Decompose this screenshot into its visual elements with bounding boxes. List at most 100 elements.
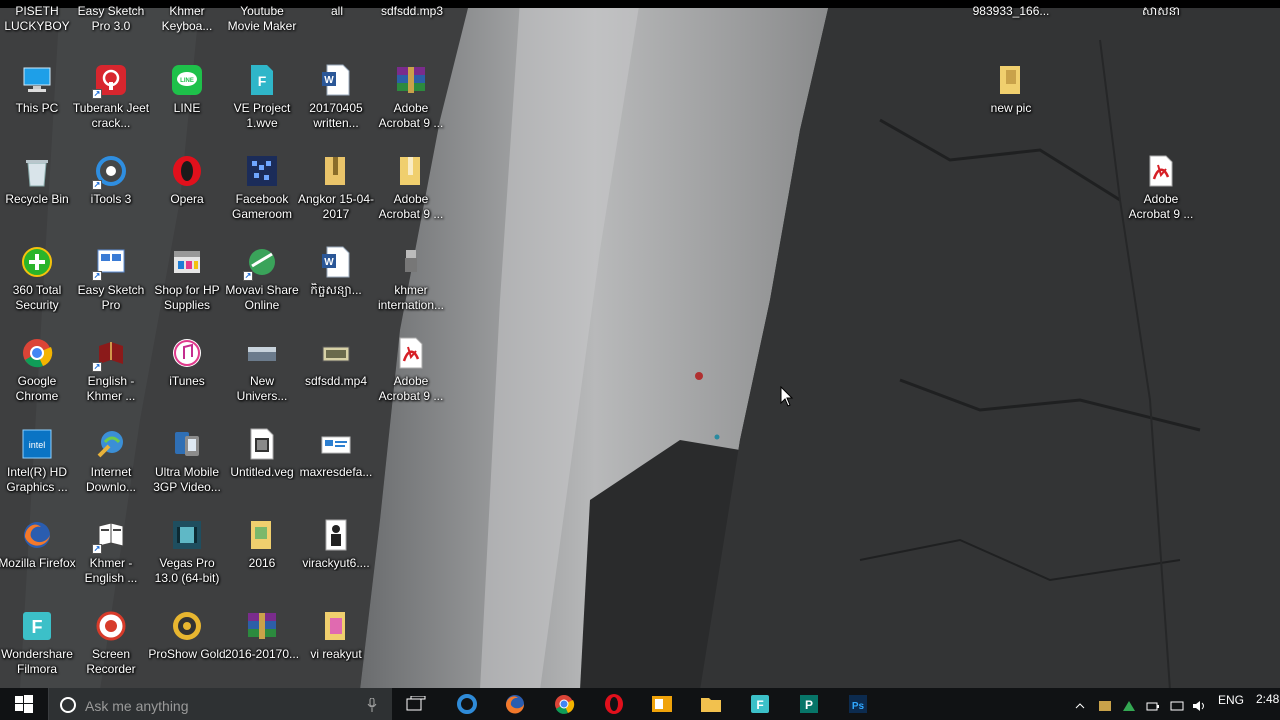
desktop-icon-label-partial[interactable]: Khmer Keyboa... bbox=[148, 4, 226, 34]
photoshop-icon: Ps bbox=[849, 695, 867, 713]
desktop-icon-acrobat-pdf[interactable]: Adobe Acrobat 9 ... bbox=[374, 330, 448, 414]
filmora-icon: F bbox=[751, 695, 769, 713]
taskbar-publisher[interactable]: P bbox=[792, 688, 826, 720]
itools-icon: ↗ bbox=[92, 154, 128, 190]
desktop-icon-vi-reakyut[interactable]: vi reakyut bbox=[299, 603, 373, 687]
taskbar-outlook[interactable] bbox=[645, 688, 679, 720]
desktop-icon-google-chrome[interactable]: Google Chrome bbox=[0, 330, 74, 414]
desktop-icon-label-partial[interactable]: សាសនា bbox=[1122, 4, 1200, 19]
desktop-icon-2016-2017-rar[interactable]: 2016-20170... bbox=[225, 603, 299, 687]
desktop-icon-english-khmer[interactable]: ↗ English - Khmer ... bbox=[74, 330, 148, 414]
taskbar-chrome[interactable] bbox=[547, 688, 581, 720]
folder-pink-icon bbox=[319, 609, 353, 643]
3gp-converter-icon bbox=[170, 427, 204, 461]
desktop-icon-sdfsdd-mp4[interactable]: sdfsdd.mp4 bbox=[299, 330, 373, 414]
svg-text:LINE: LINE bbox=[180, 78, 194, 84]
shortcut-arrow-icon: ↗ bbox=[243, 271, 253, 281]
desktop-icon-ultra-3gp[interactable]: Ultra Mobile 3GP Video... bbox=[150, 421, 224, 505]
desktop-icon-screen-recorder[interactable]: Screen Recorder bbox=[74, 603, 148, 687]
desktop-icon-new-univers[interactable]: New Univers... bbox=[225, 330, 299, 414]
desktop-icon-intel-graphics[interactable]: intel Intel(R) HD Graphics ... bbox=[0, 421, 74, 505]
dictionary-book-icon: ↗ bbox=[92, 518, 128, 554]
desktop-icon-2016[interactable]: 2016 bbox=[225, 512, 299, 596]
desktop-icon-mozilla-firefox[interactable]: Mozilla Firefox bbox=[0, 512, 76, 596]
folder-icon bbox=[394, 154, 428, 188]
firefox-icon bbox=[506, 695, 525, 714]
desktop-icon-wondershare-filmora[interactable]: F Wondershare Filmora bbox=[0, 603, 74, 687]
desktop-icon-angkor[interactable]: Angkor 15-04-2017 bbox=[298, 148, 374, 232]
desktop-icon-line[interactable]: LINE LINE bbox=[150, 57, 224, 141]
desktop-icon-proshow-gold[interactable]: ProShow Gold bbox=[148, 603, 226, 687]
movavi-icon: ↗ bbox=[243, 245, 279, 281]
desktop-icon-tuberank[interactable]: ↗ Tuberank Jeet crack... bbox=[73, 57, 149, 141]
desktop-icon-facebook-gameroom[interactable]: Facebook Gameroom bbox=[225, 148, 299, 232]
desktop-icon-opera[interactable]: Opera bbox=[150, 148, 224, 232]
desktop-icon-acrobat-rar[interactable]: Adobe Acrobat 9 ... bbox=[374, 57, 448, 141]
shortcut-arrow-icon: ↗ bbox=[92, 180, 102, 190]
desktop-icon-itools[interactable]: ↗ iTools 3 bbox=[74, 148, 148, 232]
desktop-icon-virackyut[interactable]: virackyut6.... bbox=[299, 512, 373, 596]
desktop-icon-khmer-internation[interactable]: khmer internation... bbox=[374, 239, 448, 323]
desktop-icon-360-security[interactable]: 360 Total Security bbox=[0, 239, 74, 323]
google-drive-icon[interactable] bbox=[1122, 700, 1136, 712]
chrome-icon bbox=[555, 695, 575, 714]
desktop-icon-internet-download[interactable]: Internet Downlo... bbox=[74, 421, 148, 505]
chevron-up-icon[interactable] bbox=[1074, 700, 1088, 712]
desktop-icon-maxresdefault[interactable]: maxresdefa... bbox=[299, 421, 373, 505]
language-indicator[interactable]: ENG bbox=[1218, 693, 1244, 707]
task-view-button[interactable] bbox=[402, 688, 430, 720]
desktop-icon-itunes[interactable]: iTunes bbox=[150, 330, 224, 414]
search-placeholder: Ask me anything bbox=[85, 698, 189, 714]
folder-icon bbox=[994, 63, 1028, 97]
microphone-icon[interactable] bbox=[367, 698, 377, 712]
intel-graphics-icon: intel bbox=[20, 427, 54, 461]
desktop-icon-acrobat-pdf-right[interactable]: Adobe Acrobat 9 ... bbox=[1124, 148, 1198, 232]
image-file-icon bbox=[245, 336, 279, 370]
taskbar-opera[interactable] bbox=[597, 688, 631, 720]
taskbar-edge[interactable] bbox=[450, 688, 484, 720]
desktop-icon-recycle-bin[interactable]: Recycle Bin bbox=[0, 148, 74, 232]
svg-text:intel: intel bbox=[29, 440, 46, 450]
tray-app-icon[interactable] bbox=[1098, 700, 1112, 712]
desktop-icon-label-partial[interactable]: all bbox=[298, 4, 376, 19]
desktop-icon-this-pc[interactable]: This PC bbox=[0, 57, 74, 141]
desktop-icon-label-partial[interactable]: Youtube Movie Maker bbox=[223, 4, 301, 34]
desktop-icon-vegas-pro[interactable]: Vegas Pro 13.0 (64-bit) bbox=[150, 512, 224, 596]
taskbar-clock[interactable]: 2:48 bbox=[1256, 692, 1279, 706]
desktop-icon-label-partial[interactable]: Easy Sketch Pro 3.0 bbox=[72, 4, 150, 34]
desktop-icon-khmer-english[interactable]: ↗ Khmer - English ... bbox=[74, 512, 148, 596]
desktop-icon-ve-project[interactable]: F VE Project 1.wve bbox=[225, 57, 299, 141]
desktop-icon-20170405[interactable]: W 20170405 written... bbox=[299, 57, 373, 141]
desktop-icon-movavi[interactable]: ↗ Movavi Share Online bbox=[225, 239, 299, 323]
desktop-icon-untitled-veg[interactable]: Untitled.veg bbox=[225, 421, 299, 505]
start-button[interactable] bbox=[0, 688, 48, 720]
folder-zip-icon bbox=[319, 154, 353, 188]
desktop-icon-label-partial[interactable]: sdfsdd.mp3 bbox=[373, 4, 451, 19]
network-icon[interactable] bbox=[1170, 700, 1184, 712]
desktop-icon-khmer-doc[interactable]: W កិច្ចសន្យា... bbox=[299, 239, 373, 323]
taskbar-filmora[interactable]: F bbox=[743, 688, 777, 720]
easy-sketch-icon: ↗ bbox=[92, 245, 128, 281]
outlook-icon bbox=[652, 696, 672, 712]
desktop-icon-label-partial[interactable]: PISETH LUCKYBOY bbox=[0, 4, 76, 34]
hp-shop-icon bbox=[170, 245, 204, 279]
desktop-icon-label-partial[interactable]: 983933_166... bbox=[972, 4, 1050, 19]
tuberank-icon: ↗ bbox=[92, 63, 128, 99]
line-app-icon: LINE bbox=[170, 63, 204, 97]
winrar-archive-icon bbox=[394, 63, 428, 97]
desktop-icon-new-pic[interactable]: new pic bbox=[974, 57, 1048, 141]
taskbar-photoshop[interactable]: Ps bbox=[841, 688, 875, 720]
taskbar-file-explorer[interactable] bbox=[694, 688, 728, 720]
winrar-archive-icon bbox=[245, 609, 279, 643]
battery-icon[interactable] bbox=[1146, 700, 1160, 712]
volume-icon[interactable] bbox=[1192, 700, 1206, 712]
desktop-icon-easy-sketch-pro[interactable]: ↗ Easy Sketch Pro bbox=[74, 239, 148, 323]
cortana-search-box[interactable]: Ask me anything bbox=[48, 688, 392, 720]
svg-text:F: F bbox=[756, 698, 763, 712]
desktop-icon-hp-supplies[interactable]: Shop for HP Supplies bbox=[150, 239, 224, 323]
video-file-icon bbox=[319, 336, 353, 370]
publisher-icon: P bbox=[800, 695, 818, 713]
pdf-icon bbox=[394, 336, 428, 370]
desktop-icon-acrobat-folder[interactable]: Adobe Acrobat 9 ... bbox=[374, 148, 448, 232]
taskbar-firefox[interactable] bbox=[498, 688, 532, 720]
